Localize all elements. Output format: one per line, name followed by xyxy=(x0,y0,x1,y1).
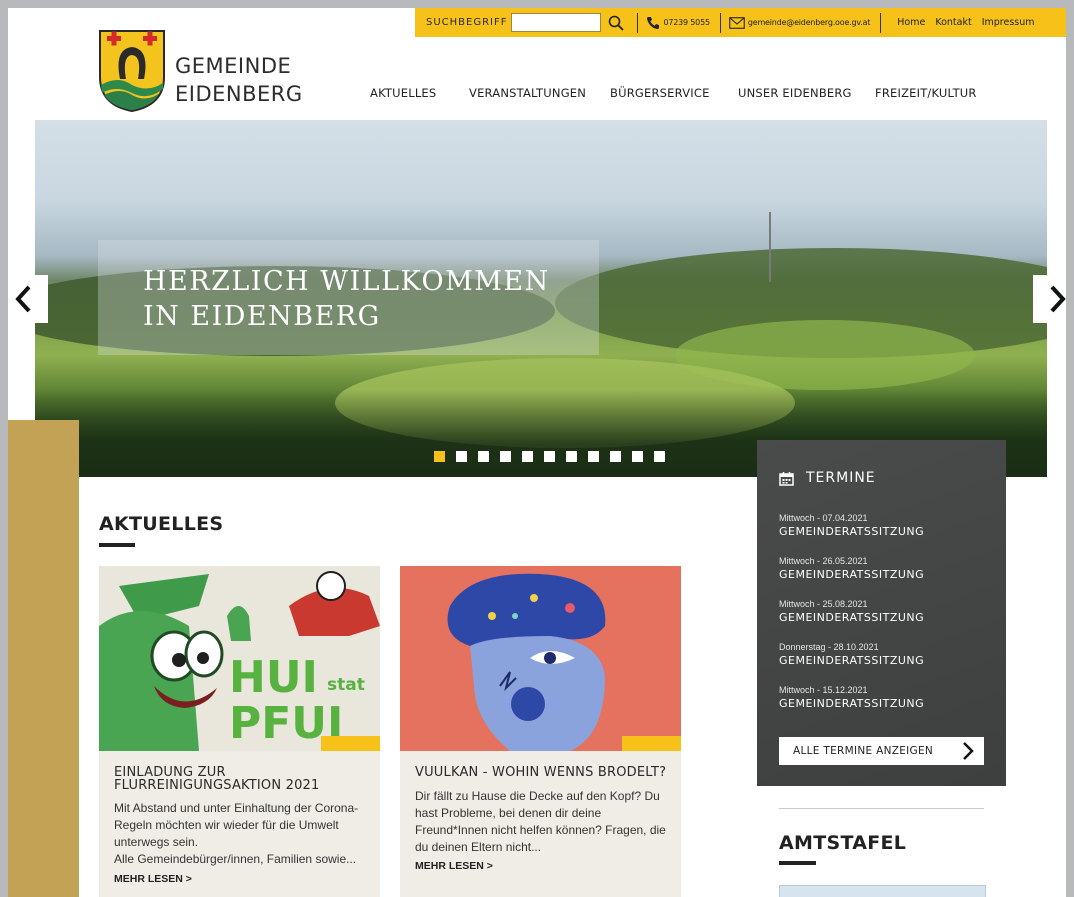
event-name: GEMEINDERATSSITZUNG xyxy=(779,697,925,710)
news-card-text: Dir fällt zu Hause die Decke auf den Kop… xyxy=(415,789,666,854)
slider-dot[interactable] xyxy=(610,451,621,462)
news-card-image xyxy=(400,566,681,751)
divider xyxy=(719,12,721,33)
slider-dot[interactable] xyxy=(522,451,533,462)
aktuelles-title: AKTUELLES xyxy=(99,513,224,535)
brand-line1: GEMEINDE xyxy=(175,54,292,78)
slider-dot[interactable] xyxy=(500,451,511,462)
nav-buergerservice[interactable]: BÜRGERSERVICE xyxy=(610,86,710,100)
page: SUCHBEGRIFF 07239 5055 gemeinde@eidenber… xyxy=(8,8,1066,897)
event-name: GEMEINDERATSSITZUNG xyxy=(779,525,925,538)
main-nav: AKTUELLES VERANSTALTUNGEN BÜRGERSERVICE … xyxy=(8,86,1066,106)
search-button[interactable] xyxy=(605,12,627,34)
img-text-stat: stat xyxy=(327,675,365,695)
termine-title: TERMINE xyxy=(806,470,876,486)
amtstafel-preview[interactable] xyxy=(779,885,986,897)
divider xyxy=(636,12,638,33)
event-date: Mittwoch - 07.04.2021 xyxy=(779,513,868,523)
hero-tower xyxy=(769,212,771,282)
termine-panel: TERMINE Mittwoch - 07.04.2021 GEMEINDERA… xyxy=(757,440,1006,786)
termine-header: TERMINE xyxy=(779,470,876,486)
news-card-image: HUI stat PFUI xyxy=(99,566,380,751)
img-text-hui: HUI xyxy=(229,652,318,703)
hero-title: HERZLICH WILLKOMMEN IN EIDENBERG xyxy=(143,266,550,332)
title-underline xyxy=(779,861,816,865)
slider-dot[interactable] xyxy=(434,451,445,462)
all-events-button[interactable]: ALLE TERMINE ANZEIGEN xyxy=(779,737,984,765)
card-accent xyxy=(321,736,380,751)
news-card-text-cont: Alle Gemeindebürger/innen, Familien sowi… xyxy=(114,852,357,866)
slider-dot[interactable] xyxy=(544,451,555,462)
search-input[interactable] xyxy=(510,13,601,32)
divider xyxy=(880,12,882,33)
event-date: Mittwoch - 25.08.2021 xyxy=(779,599,868,609)
event-item[interactable]: Mittwoch - 25.08.2021 GEMEINDERATSSITZUN… xyxy=(779,598,999,626)
slider-next-button[interactable] xyxy=(1033,275,1066,323)
phone-number[interactable]: 07239 5055 xyxy=(664,18,711,27)
section-divider xyxy=(779,808,984,809)
slider-dots xyxy=(434,451,665,462)
event-name: GEMEINDERATSSITZUNG xyxy=(779,654,925,667)
decorative-side-block xyxy=(8,420,79,897)
search-label: SUCHBEGRIFF xyxy=(426,17,508,28)
nav-veranstaltungen[interactable]: VERANSTALTUNGEN xyxy=(469,86,586,100)
slider-dot[interactable] xyxy=(632,451,643,462)
slider-dot[interactable] xyxy=(566,451,577,462)
event-date: Mittwoch - 26.05.2021 xyxy=(779,556,868,566)
amtstafel-title: AMTSTAFEL xyxy=(779,832,907,854)
phone-icon xyxy=(646,16,659,29)
news-card[interactable]: VUULKAN - WOHIN WENNS BRODELT? Dir fällt… xyxy=(400,566,681,897)
news-card-text: Mit Abstand und unter Einhaltung der Cor… xyxy=(114,801,359,849)
read-more-link[interactable]: MEHR LESEN > xyxy=(415,860,493,872)
event-item[interactable]: Mittwoch - 26.05.2021 GEMEINDERATSSITZUN… xyxy=(779,555,999,583)
news-card-title[interactable]: EINLADUNG ZUR FLURREINIGUNGSAKTION 2021 xyxy=(114,766,374,792)
chevron-right-icon xyxy=(1050,285,1066,313)
search-icon xyxy=(608,15,624,31)
nav-unser-eidenberg[interactable]: UNSER EIDENBERG xyxy=(738,86,852,100)
event-date: Donnerstag - 28.10.2021 xyxy=(779,642,879,652)
slider-dot[interactable] xyxy=(588,451,599,462)
email-link[interactable]: gemeinde@eidenberg.ooe.gv.at xyxy=(748,18,871,27)
card-accent xyxy=(622,736,681,751)
event-date: Mittwoch - 15.12.2021 xyxy=(779,685,868,695)
slider-prev-button[interactable] xyxy=(8,275,48,323)
home-link[interactable]: Home xyxy=(897,17,925,28)
event-item[interactable]: Mittwoch - 07.04.2021 GEMEINDERATSSITZUN… xyxy=(779,512,999,540)
event-item[interactable]: Mittwoch - 15.12.2021 GEMEINDERATSSITZUN… xyxy=(779,684,999,712)
slider-dot[interactable] xyxy=(478,451,489,462)
event-item[interactable]: Donnerstag - 28.10.2021 GEMEINDERATSSITZ… xyxy=(779,641,999,669)
all-events-label: ALLE TERMINE ANZEIGEN xyxy=(793,745,934,757)
hero-caption: HERZLICH WILLKOMMEN IN EIDENBERG xyxy=(98,240,599,355)
read-more-link[interactable]: MEHR LESEN > xyxy=(114,873,192,885)
mail-icon xyxy=(729,16,745,29)
title-underline xyxy=(99,543,135,547)
kontakt-link[interactable]: Kontakt xyxy=(935,17,971,28)
news-card-title[interactable]: VUULKAN - WOHIN WENNS BRODELT? xyxy=(415,766,675,779)
calendar-icon xyxy=(779,471,794,486)
news-card[interactable]: HUI stat PFUI EINLADUNG ZUR FLURREINIGUN… xyxy=(99,566,380,897)
slider-dot[interactable] xyxy=(654,451,665,462)
impressum-link[interactable]: Impressum xyxy=(982,17,1035,28)
event-name: GEMEINDERATSSITZUNG xyxy=(779,611,925,624)
chevron-left-icon xyxy=(15,285,31,313)
chevron-right-icon xyxy=(963,742,974,760)
hero-slider: HERZLICH WILLKOMMEN IN EIDENBERG xyxy=(35,120,1047,477)
nav-aktuelles[interactable]: AKTUELLES xyxy=(370,86,436,100)
slider-dot[interactable] xyxy=(456,451,467,462)
utility-bar: SUCHBEGRIFF 07239 5055 gemeinde@eidenber… xyxy=(415,8,1066,37)
event-name: GEMEINDERATSSITZUNG xyxy=(779,568,925,581)
nav-freizeit-kultur[interactable]: FREIZEIT/KULTUR xyxy=(875,86,977,100)
